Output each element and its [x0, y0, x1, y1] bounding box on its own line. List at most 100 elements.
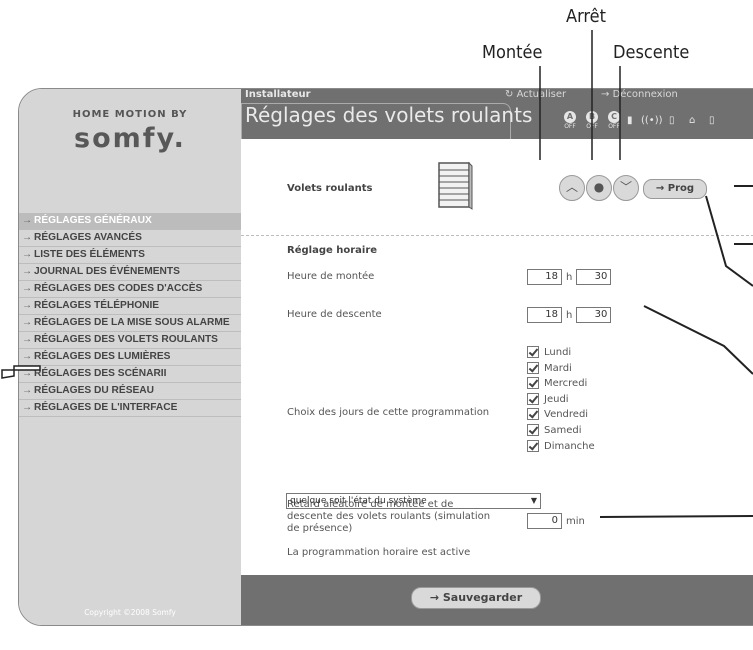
day-checkbox-saturday[interactable]: Samedi: [527, 423, 595, 439]
shutters-label: Volets roulants: [287, 183, 373, 194]
day-checkbox-friday[interactable]: Vendredi: [527, 407, 595, 423]
down-time-fields: 18 h 30: [527, 307, 612, 323]
sidebar-menu: → RÉGLAGES GÉNÉRAUX → RÉGLAGES AVANCÉS → LI…: [19, 213, 241, 417]
hour-unit: h: [566, 309, 573, 321]
sidebar-item-label: RÉGLAGES DE LA MISE SOUS ALARME: [34, 317, 230, 328]
chevron-down-icon: ▼: [530, 496, 537, 505]
prog-label: Prog: [667, 183, 695, 194]
sidebar-item-label: RÉGLAGES DE L'INTERFACE: [34, 402, 178, 413]
logout-link[interactable]: → Déconnexion: [601, 89, 678, 100]
sidebar-item-reglages-avances[interactable]: → RÉGLAGES AVANCÉS: [19, 230, 241, 247]
arrow-right-icon: →: [22, 215, 33, 226]
checkbox-checked-icon: [527, 377, 539, 390]
day-label: Lundi: [544, 347, 572, 358]
sidebar-item-scenarii[interactable]: → RÉGLAGES DES SCÉNARII: [19, 366, 241, 383]
minute-unit: min: [566, 515, 585, 527]
day-checkbox-thursday[interactable]: Jeudi: [527, 392, 595, 408]
hour-unit: h: [566, 271, 573, 283]
checkbox-checked-icon: [527, 392, 539, 405]
chevron-down-icon: ﹀: [619, 180, 632, 194]
checkbox-checked-icon: [527, 346, 539, 358]
schedule-active-label: La programmation horaire est active: [287, 547, 471, 558]
page-title: Réglages des volets roulants: [245, 103, 533, 127]
sidebar-item-label: LISTE DES ÉLÉMENTS: [34, 249, 145, 260]
random-delay-label-line: descente des volets roulants (simulation: [287, 511, 491, 522]
chevron-up-icon: ︿: [565, 180, 578, 194]
up-minute-input[interactable]: 30: [576, 269, 612, 285]
down-hour-input[interactable]: 18: [527, 307, 562, 323]
sidebar: HOME MOTION BY somfy. → RÉGLAGES GÉNÉRAUX…: [19, 89, 241, 625]
arrow-right-icon: →: [22, 283, 33, 294]
home-ok-icon: ⌂: [689, 115, 696, 126]
sidebar-item-interface[interactable]: → RÉGLAGES DE L'INTERFACE: [19, 400, 241, 417]
sidebar-item-reseau[interactable]: → RÉGLAGES DU RÉSEAU: [19, 383, 241, 400]
app-window: HOME MOTION BY somfy. → RÉGLAGES GÉNÉRAUX…: [18, 88, 753, 626]
sidebar-item-codes-acces[interactable]: → RÉGLAGES DES CODES D'ACCÈS: [19, 281, 241, 298]
sidebar-item-journal-evenements[interactable]: → JOURNAL DES ÉVÉNEMENTS: [19, 264, 241, 281]
down-minute-input[interactable]: 30: [576, 307, 612, 323]
annotation-arret: Arrêt: [566, 6, 606, 27]
zone-b-icon: B: [586, 111, 598, 123]
sidebar-item-telephonie[interactable]: → RÉGLAGES TÉLÉPHONIE: [19, 298, 241, 315]
radio-signal-icon: ((•)): [641, 115, 663, 126]
zone-c-icon: C: [608, 111, 620, 123]
arrow-right-icon: →: [601, 89, 613, 100]
refresh-link[interactable]: ↻ Actualiser: [505, 89, 566, 100]
schedule-active-value: quelque soit l'état du système: [290, 496, 427, 506]
random-delay-label-line: de présence): [287, 523, 353, 534]
checkbox-checked-icon: [527, 361, 539, 374]
sensor-icon: ▯: [709, 115, 715, 126]
down-time-label: Heure de descente: [287, 309, 382, 320]
day-label: Dimanche: [544, 440, 595, 452]
arrow-right-icon: →: [22, 351, 33, 362]
day-checkbox-wednesday[interactable]: Mercredi: [527, 376, 595, 392]
save-label: Sauvegarder: [442, 591, 523, 604]
arrow-right-icon: →: [22, 402, 33, 413]
schedule-heading: Réglage horaire: [287, 245, 378, 256]
header-bar: Installateur Réglages des volets roulant…: [241, 89, 753, 140]
day-checkbox-sunday[interactable]: Dimanche: [527, 439, 595, 455]
zone-c-status: C OFF: [603, 111, 625, 130]
phone-icon: ▯: [669, 115, 675, 126]
checkbox-checked-icon: [527, 423, 539, 436]
arrow-right-icon: →: [22, 317, 33, 328]
day-checkbox-tuesday[interactable]: Mardi: [527, 361, 595, 377]
zone-b-label: OFF: [586, 123, 598, 130]
main-content: Volets roulants ︿ ● ﹀ → Prog Réglage hor…: [241, 139, 753, 625]
random-delay-input[interactable]: 0: [527, 513, 562, 529]
checkbox-checked-icon: [527, 408, 539, 421]
shutter-down-button[interactable]: ﹀: [613, 175, 639, 201]
sidebar-item-label: JOURNAL DES ÉVÉNEMENTS: [34, 266, 180, 277]
arrow-right-icon: →: [22, 300, 33, 311]
shutter-stop-button[interactable]: ●: [586, 175, 612, 201]
roller-shutter-icon: [438, 161, 473, 210]
shutter-up-button[interactable]: ︿: [559, 175, 585, 201]
sidebar-item-label: RÉGLAGES DES LUMIÈRES: [34, 351, 171, 362]
schedule-active-select[interactable]: quelque soit l'état du système ▼: [286, 493, 541, 509]
save-button[interactable]: → Sauvegarder: [411, 587, 541, 609]
sidebar-item-mise-sous-alarme[interactable]: → RÉGLAGES DE LA MISE SOUS ALARME: [19, 315, 241, 332]
days-checklist: Lundi Mardi Mercredi Jeudi Vendredi Same…: [527, 345, 595, 454]
sidebar-item-liste-elements[interactable]: → LISTE DES ÉLÉMENTS: [19, 247, 241, 264]
annotation-montee: Montée: [482, 42, 543, 63]
sidebar-item-reglages-generaux[interactable]: → RÉGLAGES GÉNÉRAUX: [19, 213, 241, 230]
up-hour-input[interactable]: 18: [527, 269, 562, 285]
arrow-right-icon: →: [22, 334, 33, 345]
zone-b-status: B OFF: [581, 111, 603, 130]
day-checkbox-monday[interactable]: Lundi: [527, 345, 595, 361]
footer-bar: → Sauvegarder: [241, 575, 753, 625]
arrow-right-icon: →: [655, 183, 668, 194]
days-label: Choix des jours de cette programmation: [287, 407, 490, 418]
sidebar-item-lumieres[interactable]: → RÉGLAGES DES LUMIÈRES: [19, 349, 241, 366]
arrow-right-icon: →: [22, 249, 33, 260]
refresh-icon: ↻: [505, 89, 517, 100]
sidebar-item-volets-roulants[interactable]: → RÉGLAGES DES VOLETS ROULANTS: [19, 332, 241, 349]
arrow-right-icon: →: [429, 591, 443, 604]
logout-label: Déconnexion: [612, 89, 678, 100]
battery-icon: ▮: [627, 115, 633, 126]
sidebar-item-label: RÉGLAGES AVANCÉS: [34, 232, 142, 243]
zone-a-status: A OFF: [559, 111, 581, 130]
prog-button[interactable]: → Prog: [643, 179, 707, 199]
arrow-right-icon: →: [22, 266, 33, 277]
arrow-right-icon: →: [22, 385, 33, 396]
